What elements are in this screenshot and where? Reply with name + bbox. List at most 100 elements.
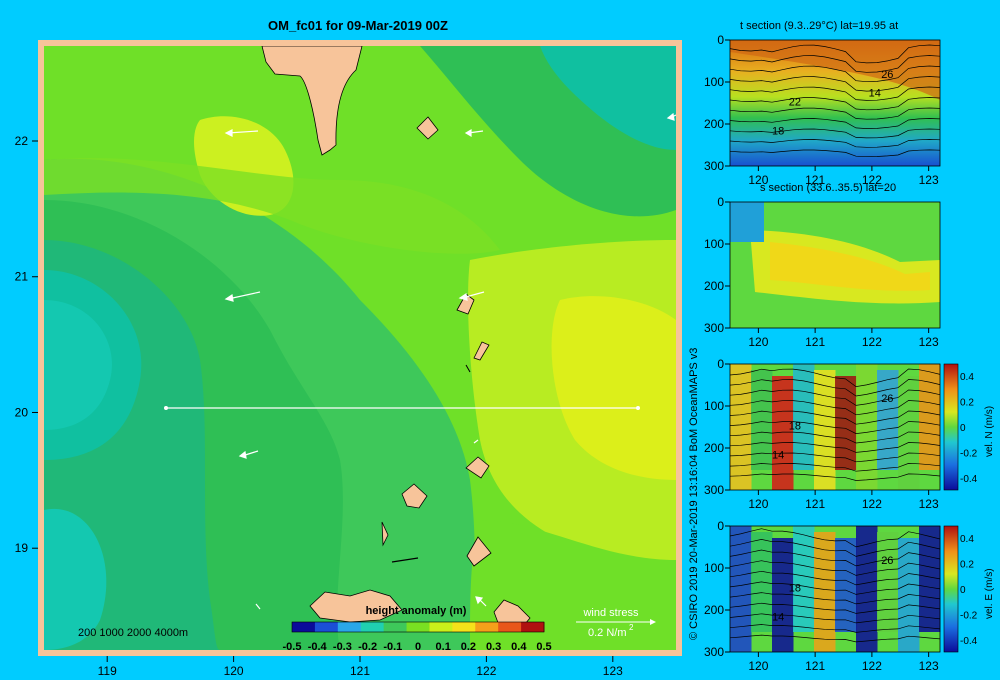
colorbar-swatch [429,622,453,632]
velocity-colorbar-tick: 0.2 [960,398,974,409]
velocity-band [919,526,941,632]
vel-e-section-panel: 26 18 14 0.4 0.2 0 -0.2 -0.4 vel. E (m/s) 120 121 1… [704,519,995,673]
s-section-panel: s section (33.6..35.5) lat=20 120 121 122 12… [704,182,941,349]
map-x-tick-label: 121 [350,664,370,678]
s-fresh-patch [730,202,764,242]
velocity-band [856,526,878,652]
velocity-colorbar [943,363,959,491]
velocity-band [898,376,920,490]
velocity-band [730,526,752,652]
velocity-band [898,538,920,652]
colorbar-swatch [337,622,362,632]
velocity-band [877,370,899,470]
contour-label: 26 [881,555,893,567]
colorbar-swatch [314,622,339,632]
colorbar-swatch [521,622,545,632]
map-x-tick-label: 122 [476,664,496,678]
panel-y-tick-label: 300 [704,483,724,497]
panel-y-tick-label: 200 [704,603,724,617]
colorbar-tick-label: -0.1 [383,641,402,653]
panel-x-tick-label: 120 [748,335,768,349]
panel-y-tick-label: 0 [717,195,724,209]
panel-x-tick-label: 123 [919,173,939,187]
colorbar-tick-label: 0.4 [511,641,527,653]
depth-legend: 200 1000 2000 4000m [78,627,188,639]
colorbar-tick-label: 0.3 [486,641,501,653]
section-panels: 26 22 18 14 t section (9.3..29°C) lat=19.95 … [704,20,995,673]
depth-legend-labels: 200 1000 2000 4000m [78,627,188,639]
velocity-colorbar-tick: 0.2 [960,560,974,571]
colorbar-tick-label: -0.2 [358,641,377,653]
panel-y-tick-label: 300 [704,321,724,335]
colorbar-swatch [498,622,522,632]
map-y-tick-label: 21 [15,270,29,284]
velocity-band [751,370,773,470]
velocity-colorbar-tick: -0.2 [960,449,978,460]
map-x-tick-label: 119 [98,664,117,678]
colorbar-swatch [292,622,316,632]
colorbar-swatch [452,622,476,632]
colorbar-swatch [475,622,499,632]
map-x-tick-label: 120 [224,664,244,678]
velocity-colorbar-label: vel. N (m/s) [984,406,995,457]
colorbar-tick-label: -0.5 [283,641,302,653]
figure-title: OM_fc01 for 09-Mar-2019 00Z [268,18,448,33]
velocity-colorbar-tick: 0.4 [960,372,974,383]
contour-label: 18 [772,126,784,138]
panel-y-tick-label: 100 [704,75,724,89]
panel-x-tick-label: 123 [919,659,939,673]
vel-n-section-panel: 26 18 14 0.4 0.2 0 -0.2 -0.4 vel. N (m/s) 120 121 1… [704,357,995,511]
panel-x-tick-label: 120 [748,497,768,511]
map-y-axis: 19 20 21 22 [15,134,38,555]
velocity-colorbar-label: vel. E (m/s) [984,568,995,619]
wind-stress-scale: 0.2 N/m [588,627,627,639]
panel-x-tick-label: 121 [805,497,825,511]
contour-label: 14 [869,88,881,100]
colorbar-swatch [360,622,385,632]
colorbar-swatch [406,622,430,632]
velocity-colorbar-tick: 0.4 [960,534,974,545]
wind-stress-label: wind stress [582,607,639,619]
map-y-tick-label: 20 [15,405,29,419]
map-x-tick-label: 123 [603,664,623,678]
panel-x-tick-label: 123 [919,497,939,511]
map-y-tick-label: 22 [15,134,29,148]
wind-stress-superscript: 2 [629,623,634,632]
velocity-band [814,370,836,490]
contour-label: 14 [772,450,784,462]
panel-y-tick-label: 100 [704,399,724,413]
panel-y-tick-label: 0 [717,33,724,47]
velocity-colorbar-tick: -0.4 [960,474,978,485]
s-section-title: s section (33.6..35.5) lat=20 [760,182,896,194]
panel-y-tick-label: 200 [704,117,724,131]
panel-x-tick-label: 122 [862,659,882,673]
colorbar-tick-label: -0.4 [308,641,328,653]
panel-x-tick-label: 123 [919,335,939,349]
velocity-colorbar [943,525,959,653]
contour-label: 22 [789,97,801,109]
panel-x-tick-label: 121 [805,335,825,349]
panel-x-tick-label: 122 [862,497,882,511]
velocity-band [835,538,857,632]
t-section-panel: 26 22 18 14 t section (9.3..29°C) lat=19.95 … [704,20,941,187]
contour-label: 26 [881,393,893,405]
map-x-axis: 119 120 121 122 123 [98,656,623,678]
panel-y-tick-label: 200 [704,279,724,293]
contour-label: 14 [772,612,784,624]
panel-y-tick-label: 100 [704,237,724,251]
colorbar-tick-label: 0.1 [436,641,451,653]
velocity-colorbar-tick: 0 [960,585,966,596]
panel-x-tick-label: 121 [805,659,825,673]
contour-label: 26 [881,69,893,81]
panel-y-tick-label: 0 [717,357,724,371]
contour-label: 18 [789,421,801,433]
credit-text: © CSIRO 2019 20-Mar-2019 13:16:04 BoM Oc… [688,348,700,640]
map-field [44,46,676,650]
map-y-tick-label: 19 [15,541,29,555]
colorbar-tick-label: 0 [415,641,421,653]
colorbar-title: height anomaly (m) [366,605,467,617]
colorbar-tick-label: 0.5 [536,641,551,653]
colorbar-tick-label: 0.2 [461,641,476,653]
panel-y-tick-label: 200 [704,441,724,455]
colorbar-tick-label: -0.3 [333,641,352,653]
